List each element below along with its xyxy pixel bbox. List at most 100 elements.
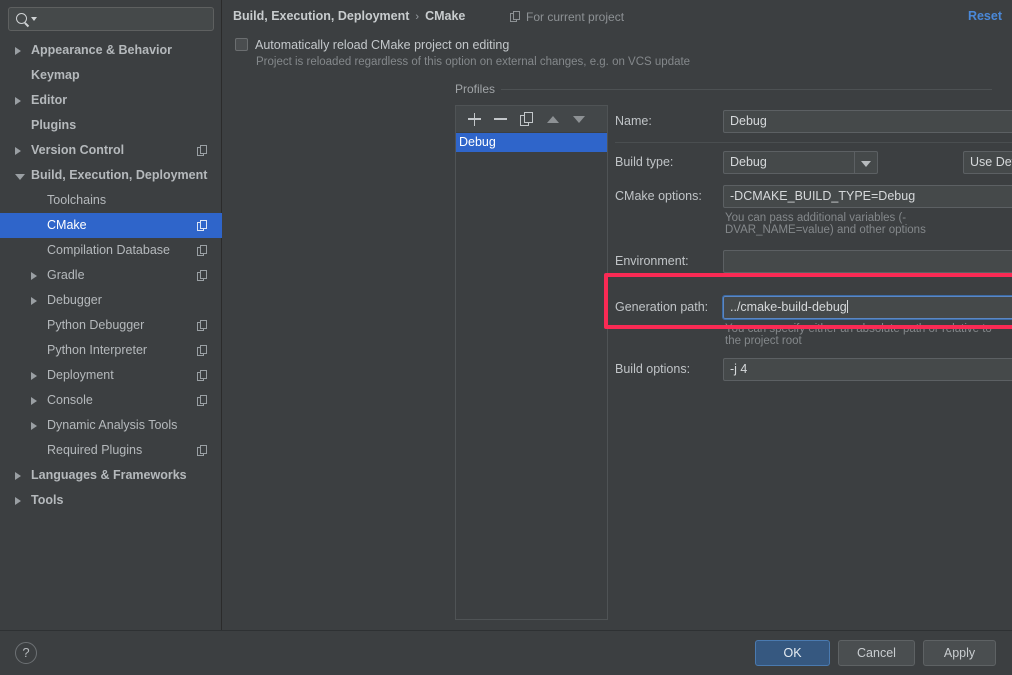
chevron-right-icon[interactable] bbox=[31, 272, 37, 280]
sidebar-item-toolchains[interactable]: Toolchains bbox=[0, 188, 222, 213]
sidebar-item-label: Console bbox=[47, 393, 93, 407]
settings-dialog: Appearance & Behavior Keymap Editor Plugins… bbox=[0, 0, 1012, 675]
dialog-footer: ? OK Cancel Apply bbox=[0, 631, 1012, 675]
generation-path-value: ../cmake-build-debug bbox=[730, 300, 847, 314]
breadcrumb-leaf: CMake bbox=[425, 9, 466, 23]
chevron-right-icon[interactable] bbox=[15, 147, 21, 155]
sidebar-item-plugins[interactable]: Plugins bbox=[0, 113, 222, 138]
sidebar-item-version-control[interactable]: Version Control bbox=[0, 138, 222, 163]
sidebar-item-deployment[interactable]: Deployment bbox=[0, 363, 222, 388]
sidebar-item-label: Appearance & Behavior bbox=[31, 43, 173, 57]
cmake-options-hint: You can pass additional variables (-DVAR… bbox=[725, 212, 926, 236]
name-input[interactable]: Debug bbox=[723, 110, 1012, 133]
build-type-dropdown-button[interactable] bbox=[854, 152, 877, 173]
build-type-value: Debug bbox=[730, 155, 767, 169]
ok-button[interactable]: OK bbox=[755, 640, 830, 666]
sidebar-item-gradle[interactable]: Gradle bbox=[0, 263, 222, 288]
project-scope-icon bbox=[197, 370, 208, 381]
project-scope-icon bbox=[197, 220, 208, 231]
project-scope-icon bbox=[510, 11, 521, 22]
sidebar-item-required-plugins[interactable]: Required Plugins bbox=[0, 438, 222, 463]
project-scope-icon bbox=[197, 395, 208, 406]
chevron-right-icon[interactable] bbox=[31, 372, 37, 380]
form-divider bbox=[615, 142, 1012, 143]
scope-indicator: For current project bbox=[510, 10, 624, 24]
sidebar-item-appearance-behavior[interactable]: Appearance & Behavior bbox=[0, 38, 222, 63]
project-scope-icon bbox=[197, 320, 208, 331]
cmake-options-input[interactable]: -DCMAKE_BUILD_TYPE=Debug bbox=[723, 185, 1012, 208]
environment-label: Environment: bbox=[615, 254, 689, 268]
help-button[interactable]: ? bbox=[15, 642, 37, 664]
environment-input[interactable] bbox=[723, 250, 1012, 273]
build-options-value: -j 4 bbox=[730, 362, 748, 376]
sidebar-item-label: Plugins bbox=[31, 118, 77, 132]
sidebar-item-debugger[interactable]: Debugger bbox=[0, 288, 222, 313]
name-input-value: Debug bbox=[730, 114, 767, 128]
sidebar-item-label: Toolchains bbox=[47, 193, 107, 207]
sidebar-item-editor[interactable]: Editor bbox=[0, 88, 222, 113]
sidebar-item-label: Required Plugins bbox=[47, 443, 143, 457]
apply-button[interactable]: Apply bbox=[923, 640, 996, 666]
sidebar-item-tools[interactable]: Tools bbox=[0, 488, 222, 513]
generation-path-input[interactable]: ../cmake-build-debug bbox=[722, 295, 1012, 320]
toolchain-select[interactable]: Use Default bbox=[963, 151, 1012, 174]
chevron-right-icon[interactable] bbox=[15, 472, 21, 480]
chevron-right-icon[interactable] bbox=[15, 97, 21, 105]
breadcrumb-separator: › bbox=[415, 11, 420, 23]
sidebar-item-compilation-database[interactable]: Compilation Database bbox=[0, 238, 222, 263]
build-options-input[interactable]: -j 4 bbox=[723, 358, 1012, 381]
search-input[interactable] bbox=[39, 8, 209, 30]
sidebar-item-label: Editor bbox=[31, 93, 68, 107]
auto-reload-label[interactable]: Automatically reload CMake project on ed… bbox=[255, 38, 509, 52]
chevron-right-icon[interactable] bbox=[31, 422, 37, 430]
sidebar-item-console[interactable]: Console bbox=[0, 388, 222, 413]
sidebar-item-label: Python Debugger bbox=[47, 318, 145, 332]
move-down-button[interactable] bbox=[567, 106, 593, 132]
chevron-right-icon[interactable] bbox=[31, 397, 37, 405]
sidebar-item-label: Version Control bbox=[31, 143, 125, 157]
sidebar-item-cmake[interactable]: CMake bbox=[0, 213, 222, 238]
chevron-right-icon[interactable] bbox=[15, 47, 21, 55]
settings-sidebar: Appearance & Behavior Keymap Editor Plugins… bbox=[0, 0, 222, 630]
copy-profile-button[interactable] bbox=[514, 106, 540, 132]
name-label: Name: bbox=[615, 114, 652, 128]
sidebar-item-python-debugger[interactable]: Python Debugger bbox=[0, 313, 222, 338]
sidebar-item-python-interpreter[interactable]: Python Interpreter bbox=[0, 338, 222, 363]
breadcrumb: Build, Execution, Deployment › CMake bbox=[233, 9, 465, 25]
sidebar-item-build-execution-deployment[interactable]: Build, Execution, Deployment bbox=[0, 163, 222, 188]
build-type-select[interactable]: Debug bbox=[723, 151, 878, 174]
cancel-button[interactable]: Cancel bbox=[838, 640, 915, 666]
sidebar-item-dynamic-analysis-tools[interactable]: Dynamic Analysis Tools bbox=[0, 413, 222, 438]
sidebar-item-keymap[interactable]: Keymap bbox=[0, 63, 222, 88]
profiles-list-panel: Debug bbox=[455, 105, 608, 620]
project-scope-icon bbox=[197, 270, 208, 281]
chevron-down-icon[interactable] bbox=[31, 17, 37, 21]
chevron-down-icon[interactable] bbox=[15, 174, 25, 180]
chevron-down-icon bbox=[861, 161, 871, 167]
remove-profile-button[interactable] bbox=[488, 106, 514, 132]
add-profile-button[interactable] bbox=[462, 106, 488, 132]
auto-reload-checkbox[interactable] bbox=[235, 38, 248, 51]
profiles-group-divider bbox=[491, 89, 992, 90]
settings-main-panel: Build, Execution, Deployment › CMake For c… bbox=[223, 0, 1012, 630]
text-caret bbox=[846, 300, 848, 313]
toolchain-value: Use Default bbox=[970, 155, 1012, 169]
move-up-button[interactable] bbox=[541, 106, 567, 132]
sidebar-item-label: Deployment bbox=[47, 368, 114, 382]
chevron-right-icon[interactable] bbox=[31, 297, 37, 305]
search-field-wrapper bbox=[8, 7, 214, 31]
breadcrumb-root[interactable]: Build, Execution, Deployment bbox=[233, 9, 409, 23]
sidebar-item-label: Debugger bbox=[47, 293, 102, 307]
profile-list-item[interactable]: Debug bbox=[456, 133, 607, 152]
sidebar-item-languages-frameworks[interactable]: Languages & Frameworks bbox=[0, 463, 222, 488]
project-scope-icon bbox=[197, 445, 208, 456]
search-icon-handle bbox=[24, 22, 30, 28]
project-scope-icon bbox=[197, 345, 208, 356]
chevron-right-icon[interactable] bbox=[15, 497, 21, 505]
profiles-caption: Profiles bbox=[455, 82, 502, 96]
search-box[interactable] bbox=[8, 7, 214, 31]
sidebar-item-label: CMake bbox=[47, 218, 87, 232]
scope-label: For current project bbox=[526, 10, 625, 24]
reset-link[interactable]: Reset bbox=[968, 9, 1002, 23]
build-options-label: Build options: bbox=[615, 362, 691, 376]
